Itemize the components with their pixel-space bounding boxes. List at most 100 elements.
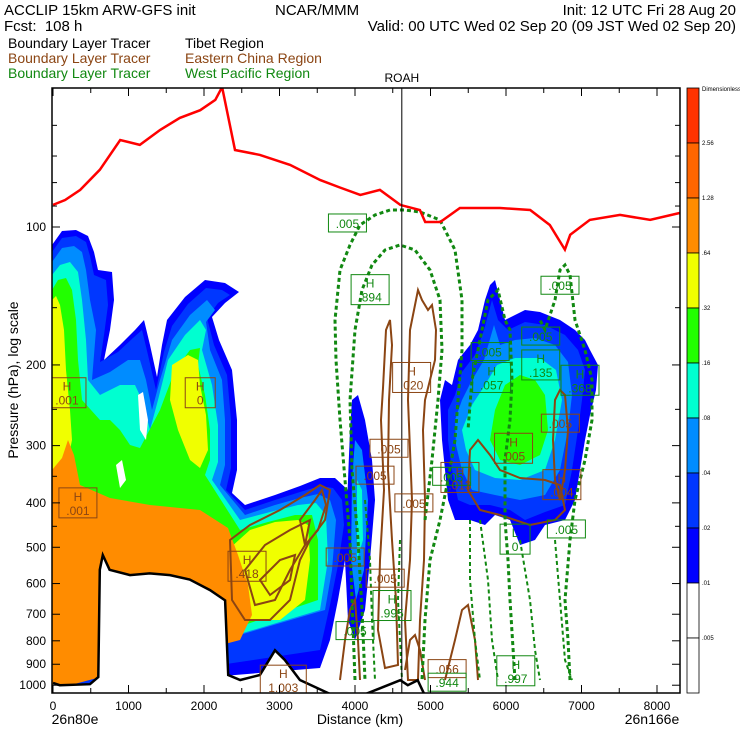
contour-label-value: .944 [435,676,459,690]
contour-label-kind: H [511,658,520,672]
x-tick-label: 7000 [568,699,595,713]
legend-eastern-china-region: Eastern China Region [185,50,322,66]
station-label-roah: ROAH [384,71,419,85]
contour-label-kind: H [407,364,416,378]
org-label: NCAR/MMM [275,2,359,19]
contour-label-kind: H [196,380,205,394]
cross-section-figure: ACCLIP 15km ARW-GFS init NCAR/MMM Init: … [4,2,740,727]
x-tick-label: 3000 [266,699,293,713]
y-tick-label: 800 [26,634,46,648]
colorbar-level-label: .01 [702,581,711,587]
colorbar-level-label: .005 [702,636,714,642]
contour-label-kind: H [558,472,567,486]
colorbar-level-label: 1.28 [702,196,714,202]
contour-label: .944 [427,672,467,692]
colorbar-bin [686,637,700,694]
y-tick-label: 100 [26,220,46,234]
x-tick-label: 1000 [115,699,142,713]
colorbar-level-label: .32 [702,306,711,312]
colorbar-bin [686,307,700,364]
contour-label-value: .005 [343,625,367,639]
contour-label-value: .004 [550,486,574,500]
y-tick-label: 1000 [19,678,46,692]
init-time: Init: 12 UTC Fri 28 Aug 20 [563,2,736,19]
legend: Boundary Layer Tracer Tibet Region Bound… [8,35,322,81]
contour-label-value: .020 [400,378,424,392]
y-tick-label: 900 [26,657,46,671]
contour-label-kind: H [366,277,375,291]
contour-label-kind: H [536,352,545,366]
contour-label-kind: H [63,380,72,394]
contour-label-value: .005 [336,217,360,231]
contour-label-value: 0 [512,540,519,554]
colorbar-bin [686,142,700,199]
contour-label-kind: H [487,364,496,378]
contour-label-value: .418 [235,567,259,581]
contour-label-kind: H [509,435,518,449]
contour-label-value: .001 [66,504,90,518]
colorbar-bin [686,362,700,419]
colorbar: Dimensionless 2.56 1.28 .64 .32 .16 .08 .04 .02.… [686,87,740,694]
contour-label: H.020 [392,361,432,393]
y-tick-label: 200 [26,358,46,372]
contour-label-kind: H [74,490,83,504]
eastern-china-contour [403,286,438,681]
y-tick-label: 300 [26,439,46,453]
contour-label-value: .001 [55,394,79,408]
colorbar-units: Dimensionless [702,87,740,93]
x-tick-label: 6000 [493,699,520,713]
legend-tibet-region: Tibet Region [185,35,264,51]
colorbar-level-label: .04 [702,471,711,477]
contour-label-value: .005 [377,442,401,456]
model-title: ACCLIP 15km ARW-GFS init [4,2,197,19]
contour-label: .056 [427,659,467,679]
end-point-label: 26n166e [625,711,680,727]
colorbar-level-label: .08 [702,416,711,422]
contour-label-value: .135 [529,366,553,380]
x-axis-label: Distance (km) [317,711,403,727]
contour-label: H.997 [496,655,536,687]
contour-label: H.894 [350,274,390,306]
contour-label-value: .005 [549,417,573,431]
y-tick-label: 600 [26,577,46,591]
contour-label-value: .005 [548,279,572,293]
contour-label-value: .005 [374,572,398,586]
colorbar-level-label: 2.56 [702,141,714,147]
west-pacific-contour [519,539,541,681]
contour-label-value: .005 [555,523,579,537]
y-tick-label: 400 [26,496,46,510]
y-axis-label: Pressure (hPa), log scale [5,301,21,458]
contour-label-value: 0 [197,394,204,408]
contour-label: .005 [327,213,367,233]
colorbar-bin [686,527,700,584]
contour-label-value: .005 [440,470,464,484]
colorbar-bin [686,582,700,639]
legend-tibet-tracer: Boundary Layer Tracer [8,35,151,51]
valid-time: Valid: 00 UTC Wed 02 Sep 20 (09 JST Wed … [368,18,736,35]
colorbar-bin [686,472,700,529]
legend-west-pacific-tracer: Boundary Layer Tracer [8,65,151,81]
contour-label-value: .005 [502,449,526,463]
legend-eastern-china-tracer: Boundary Layer Tracer [8,50,151,66]
contour-label-value: .005 [529,330,553,344]
contour-label-value: .894 [358,291,382,305]
legend-west-pacific-region: West Pacific Region [185,65,310,81]
x-tick-label: 2000 [191,699,218,713]
contour-label: .005 [335,621,375,641]
y-tick-label: 500 [26,540,46,554]
colorbar-bin [686,87,700,144]
x-tick-label: 5000 [417,699,444,713]
contour-label-kind: H [576,367,585,381]
contour-label-value: .056 [435,663,459,677]
colorbar-level-label: .64 [702,251,711,257]
colorbar-bin [686,252,700,309]
contour-label-kind: H [279,667,288,681]
contour-label-value: .368 [568,381,592,395]
colorbar-bin [686,197,700,254]
contour-label-value: .005 [478,346,502,360]
contour-label-value: .005 [402,497,426,511]
contour-label-kind: H [243,553,252,567]
contour-label-value: .995 [380,607,404,621]
colorbar-bin [686,417,700,474]
west-pacific-contour [479,519,499,681]
